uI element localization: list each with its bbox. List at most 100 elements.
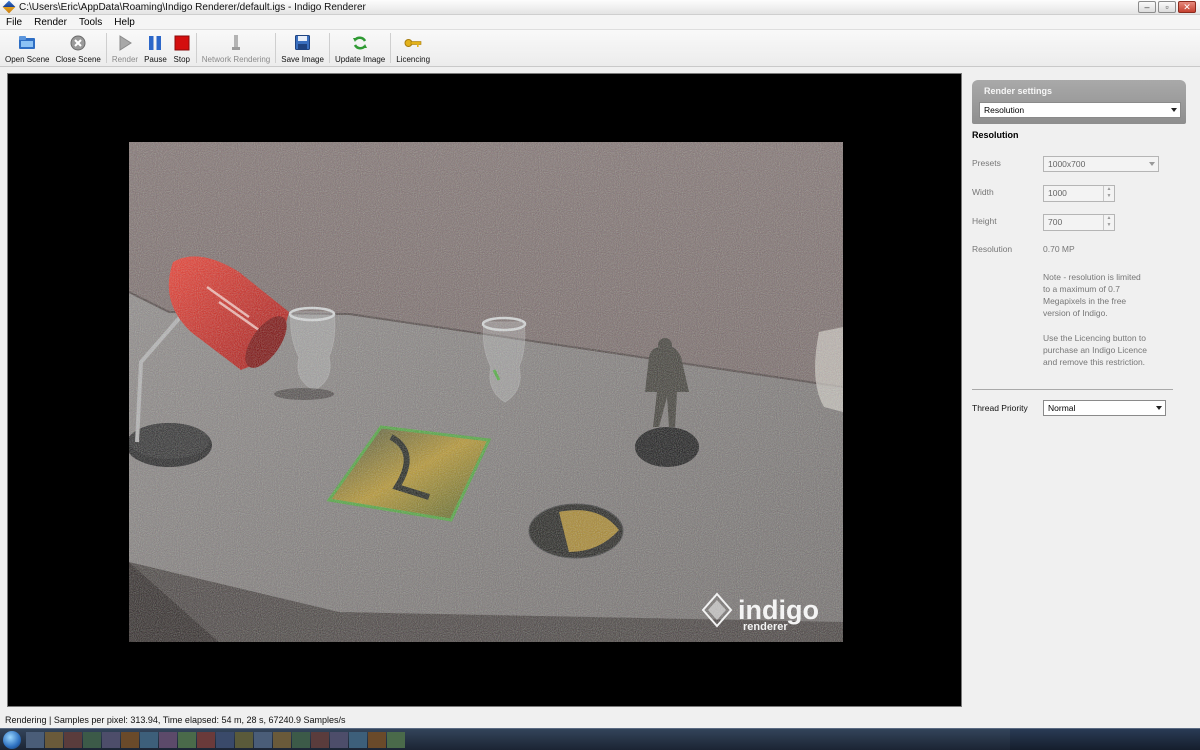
title-bar: C:\Users\Eric\AppData\Roaming\Indigo Ren… <box>0 0 1200 15</box>
taskbar-app[interactable] <box>64 732 82 748</box>
rendered-image: indigo renderer <box>129 142 843 642</box>
licencing-button[interactable]: Licencing <box>393 30 433 67</box>
update-image-label: Update Image <box>334 55 386 64</box>
taskbar-app[interactable] <box>26 732 44 748</box>
resolution-value: 0.70 MP <box>1043 244 1075 254</box>
height-field[interactable]: 700 ▲ ▼ <box>1043 214 1115 231</box>
menu-bar: File Render Tools Help <box>0 15 1200 30</box>
licence-note: Use the Licencing button to purchase an … <box>1043 332 1155 368</box>
note-line: version of Indigo. <box>1043 308 1108 318</box>
presets-value: 1000x700 <box>1048 159 1086 169</box>
refresh-icon <box>351 34 369 51</box>
windows-taskbar <box>0 728 1200 750</box>
note-line: Use the Licencing button to <box>1043 333 1147 343</box>
up-arrow-icon: ▲ <box>1106 186 1112 192</box>
stop-button[interactable]: Stop <box>170 30 194 67</box>
height-stepper[interactable]: ▲ ▼ <box>1103 215 1114 230</box>
status-bar: Rendering | Samples per pixel: 313.94, T… <box>0 713 1200 728</box>
resolution-label: Resolution <box>972 244 1013 254</box>
down-arrow-icon: ▼ <box>1106 222 1112 228</box>
toolbar-separator <box>390 33 392 63</box>
taskbar-app[interactable] <box>178 732 196 748</box>
thread-priority-select[interactable]: Normal <box>1043 400 1166 416</box>
minimize-button[interactable]: – <box>1138 1 1156 13</box>
menu-render[interactable]: Render <box>28 17 73 28</box>
render-button[interactable]: Render <box>109 30 141 67</box>
taskbar-app[interactable] <box>387 732 405 748</box>
update-image-button[interactable]: Update Image <box>332 30 388 67</box>
width-field[interactable]: 1000 ▲ ▼ <box>1043 185 1115 202</box>
close-scene-button[interactable]: Close Scene <box>52 30 103 67</box>
taskbar-app[interactable] <box>159 732 177 748</box>
settings-category-value: Resolution <box>984 105 1025 115</box>
taskbar-app[interactable] <box>235 732 253 748</box>
taskbar-app[interactable] <box>216 732 234 748</box>
stop-icon <box>173 34 191 51</box>
settings-panel: Render settings Resolution Resolution Pr… <box>970 78 1188 708</box>
render-viewport[interactable]: indigo renderer <box>7 73 962 707</box>
settings-category-select[interactable]: Resolution <box>979 102 1181 118</box>
menu-help[interactable]: Help <box>108 17 141 28</box>
chevron-down-icon <box>1171 108 1177 112</box>
taskbar-app[interactable] <box>273 732 291 748</box>
pause-button[interactable]: Pause <box>141 30 170 67</box>
render-settings-title: Render settings <box>984 86 1053 96</box>
network-tower-icon <box>227 34 245 51</box>
save-image-label: Save Image <box>281 55 324 64</box>
start-button[interactable] <box>3 731 21 749</box>
note-line: to a maximum of 0.7 <box>1043 284 1121 294</box>
taskbar-app[interactable] <box>140 732 158 748</box>
close-window-button[interactable]: ✕ <box>1178 1 1196 13</box>
note-line: purchase an Indigo Licence <box>1043 345 1147 355</box>
taskbar-app[interactable] <box>121 732 139 748</box>
up-arrow-icon: ▲ <box>1106 215 1112 221</box>
width-stepper[interactable]: ▲ ▼ <box>1103 186 1114 201</box>
pause-label: Pause <box>144 55 167 64</box>
toolbar-separator <box>328 33 330 63</box>
presets-select[interactable]: 1000x700 <box>1043 156 1159 172</box>
floppy-disk-icon <box>294 34 312 51</box>
note-line: Note - resolution is limited <box>1043 272 1141 282</box>
window-title: C:\Users\Eric\AppData\Roaming\Indigo Ren… <box>19 1 366 13</box>
toolbar: Open Scene Close Scene Render Pause Stop… <box>0 30 1200 67</box>
taskbar-apps <box>26 732 406 748</box>
taskbar-app[interactable] <box>330 732 348 748</box>
logo-subtitle: renderer <box>743 621 788 633</box>
pause-icon <box>146 34 164 51</box>
network-rendering-button[interactable]: Network Rendering <box>199 30 273 67</box>
width-label: Width <box>972 187 994 197</box>
taskbar-app[interactable] <box>254 732 272 748</box>
render-label: Render <box>111 55 139 64</box>
toolbar-separator <box>105 33 107 63</box>
taskbar-app[interactable] <box>45 732 63 748</box>
thread-priority-label: Thread Priority <box>972 403 1028 413</box>
height-value: 700 <box>1048 217 1063 227</box>
down-arrow-icon: ▼ <box>1106 193 1112 199</box>
folder-open-icon <box>18 34 36 51</box>
menu-tools[interactable]: Tools <box>73 17 108 28</box>
open-scene-label: Open Scene <box>5 55 50 64</box>
save-image-button[interactable]: Save Image <box>278 30 327 67</box>
taskbar-app[interactable] <box>197 732 215 748</box>
taskbar-app[interactable] <box>368 732 386 748</box>
close-circle-icon <box>69 34 87 51</box>
taskbar-app[interactable] <box>311 732 329 748</box>
taskbar-app[interactable] <box>83 732 101 748</box>
taskbar-app[interactable] <box>292 732 310 748</box>
system-tray <box>1010 729 1200 750</box>
taskbar-app[interactable] <box>349 732 367 748</box>
width-value: 1000 <box>1048 188 1067 198</box>
play-icon <box>116 34 134 51</box>
note-line: Megapixels in the free <box>1043 296 1127 306</box>
close-scene-label: Close Scene <box>55 55 101 64</box>
height-label: Height <box>972 216 997 226</box>
toolbar-separator <box>195 33 197 63</box>
licencing-label: Licencing <box>396 55 431 64</box>
menu-file[interactable]: File <box>0 17 28 28</box>
taskbar-app[interactable] <box>102 732 120 748</box>
stop-label: Stop <box>173 55 191 64</box>
toolbar-separator <box>275 33 277 63</box>
thread-priority-value: Normal <box>1048 403 1076 413</box>
open-scene-button[interactable]: Open Scene <box>2 30 52 67</box>
maximize-button[interactable]: ▫ <box>1158 1 1176 13</box>
